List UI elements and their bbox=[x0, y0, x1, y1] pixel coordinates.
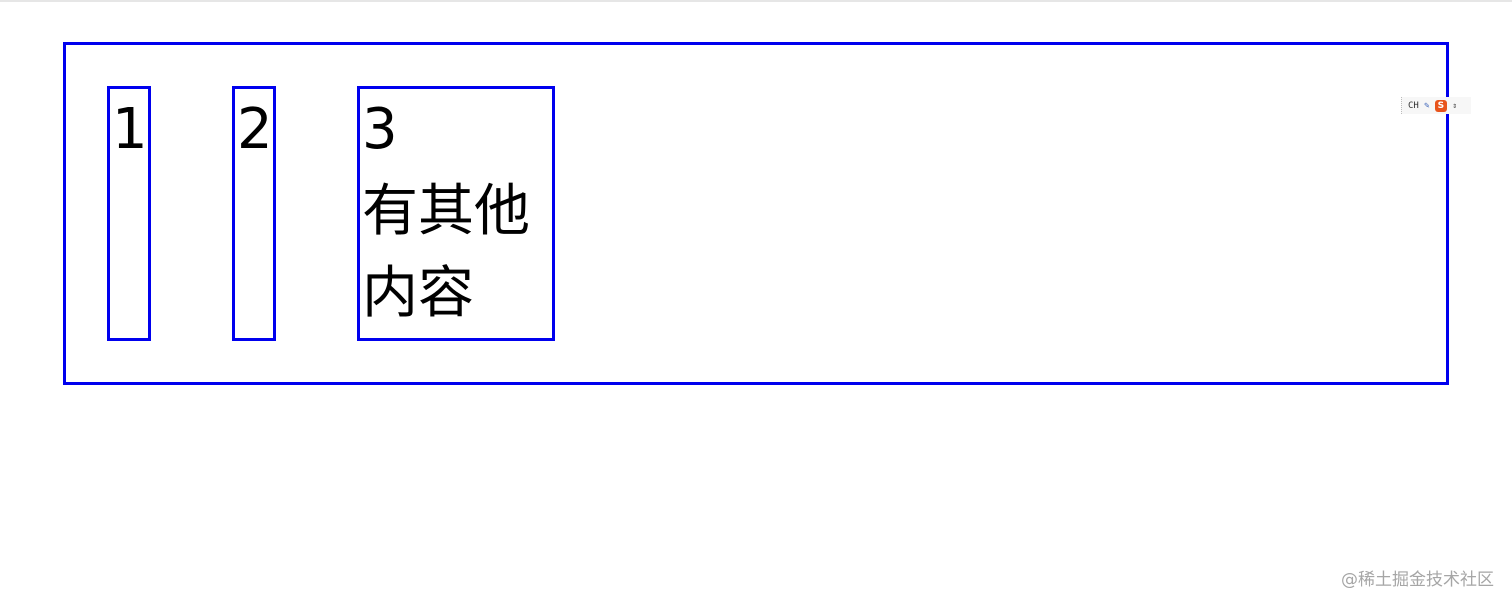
flex-item-3: 3 有其他 内容 bbox=[357, 86, 555, 341]
page: 1 2 3 有其他 内容 CH ✎ S ⇕ @稀土掘金技术社区 bbox=[0, 0, 1512, 605]
ime-toolbar[interactable]: CH ✎ S ⇕ bbox=[1401, 97, 1471, 114]
flex-item-1: 1 bbox=[107, 86, 151, 341]
flex-item-text: 2 bbox=[237, 97, 273, 162]
sogou-logo-icon[interactable]: S bbox=[1434, 99, 1447, 112]
top-divider bbox=[0, 0, 1512, 2]
flex-item-text: 内容 bbox=[362, 261, 474, 326]
flex-item-text: 有其他 bbox=[362, 179, 530, 244]
flex-item-text: 1 bbox=[112, 97, 148, 162]
watermark: @稀土掘金技术社区 bbox=[1341, 570, 1494, 590]
flex-item-text: 3 bbox=[362, 97, 398, 162]
flex-item-2: 2 bbox=[232, 86, 276, 341]
pen-icon[interactable]: ✎ bbox=[1422, 100, 1432, 112]
more-arrows-icon[interactable]: ⇕ bbox=[1450, 100, 1460, 112]
ime-language-toggle[interactable]: CH bbox=[1408, 101, 1419, 111]
